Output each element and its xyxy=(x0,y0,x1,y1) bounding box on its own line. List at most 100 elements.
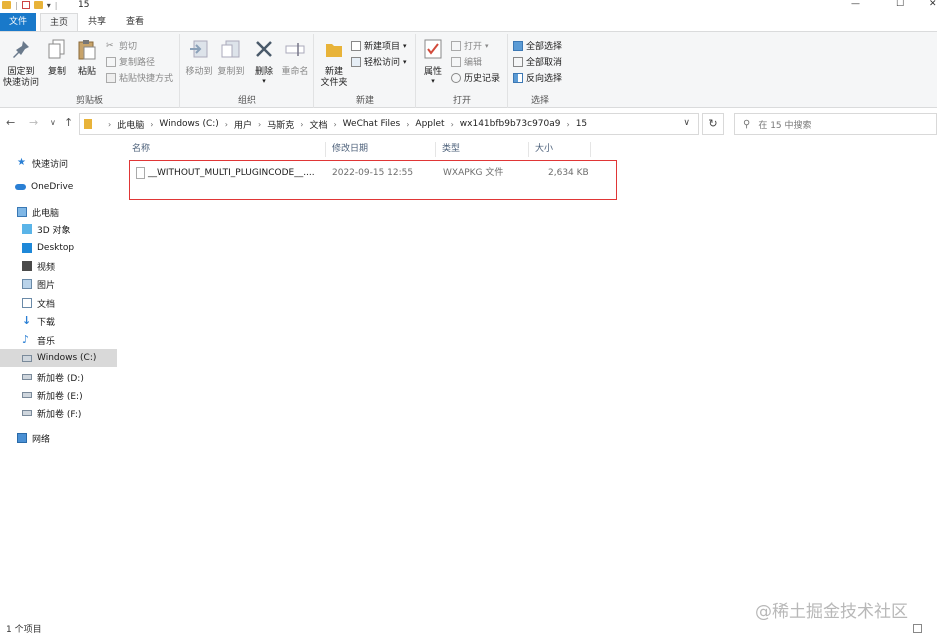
maximize-button[interactable]: ☐ xyxy=(896,0,904,10)
nav-item-volume-f[interactable]: 新加卷 (F:) xyxy=(0,404,117,422)
properties-check-icon[interactable] xyxy=(21,1,30,9)
edit-button[interactable]: 编辑 xyxy=(451,55,482,68)
copy-path-button[interactable]: 复制路径 xyxy=(106,55,155,68)
tab-home[interactable]: 主页 xyxy=(40,13,78,31)
nav-item-pictures[interactable]: 图片 xyxy=(0,275,117,293)
invert-selection-icon xyxy=(513,72,523,83)
breadcrumb-item[interactable]: 15 xyxy=(572,119,591,129)
open-group-label: 打开 xyxy=(452,96,471,106)
customize-toolbar-arrow-icon[interactable]: ▾ xyxy=(47,1,51,10)
breadcrumb-item[interactable]: 用户 xyxy=(230,118,256,131)
nav-item-windows-c[interactable]: Windows (C:) xyxy=(0,349,117,367)
open-group: 属性 ▾ 打开 ▾ 编辑 历史记录 打开 xyxy=(417,34,508,108)
up-arrow-icon[interactable]: ↑ xyxy=(64,116,73,130)
minimize-button[interactable]: — xyxy=(851,0,860,10)
pin-quick-access-button[interactable]: 固定到 快速访问 xyxy=(2,38,40,89)
address-bar[interactable]: › 此电脑 › Windows (C:) › 用户 › 马斯克 › 文档 › WeChat… xyxy=(79,113,699,135)
picture-icon xyxy=(22,279,32,289)
tab-file[interactable]: 文件 xyxy=(0,13,36,31)
drive-icon xyxy=(22,374,32,380)
breadcrumb-item[interactable]: 文档 xyxy=(305,118,331,131)
breadcrumb-item[interactable]: WeChat Files xyxy=(339,119,405,129)
select-group: 全部选择 全部取消 反向选择 选择 xyxy=(509,34,571,108)
column-header-name[interactable]: 名称 xyxy=(126,142,326,157)
nav-item-videos[interactable]: 视频 xyxy=(0,257,117,275)
column-header-type[interactable]: 类型 xyxy=(436,142,529,157)
nav-item-documents[interactable]: 文档 xyxy=(0,294,117,312)
window-title: 15 xyxy=(78,0,90,10)
column-header-size[interactable]: 大小 xyxy=(529,142,591,157)
paste-icon xyxy=(78,40,96,60)
copy-to-icon xyxy=(221,40,240,58)
nav-item-onedrive[interactable]: OneDrive xyxy=(0,178,117,196)
nav-item-volume-e[interactable]: 新加卷 (E:) xyxy=(0,386,117,404)
rename-button[interactable]: 重命名 xyxy=(279,38,311,78)
paste-shortcut-icon xyxy=(106,72,116,83)
move-to-button[interactable]: 移动到 xyxy=(183,38,215,78)
close-button[interactable]: ✕ xyxy=(929,0,937,10)
tab-view[interactable]: 查看 xyxy=(116,13,154,31)
properties-button[interactable]: 属性 ▾ xyxy=(419,38,447,85)
open-button[interactable]: 打开 ▾ xyxy=(451,39,489,52)
new-folder-icon[interactable] xyxy=(33,1,43,9)
column-header-modified[interactable]: 修改日期 xyxy=(326,142,436,157)
forward-arrow-icon[interactable]: → xyxy=(29,116,38,130)
select-all-button[interactable]: 全部选择 xyxy=(513,39,562,52)
new-item-button[interactable]: 新建项目 ▾ xyxy=(351,39,407,52)
scissors-icon: ✂ xyxy=(106,40,114,51)
easy-access-button[interactable]: 轻松访问 ▾ xyxy=(351,55,407,68)
invert-selection-button[interactable]: 反向选择 xyxy=(513,71,562,84)
paste-shortcut-button[interactable]: 粘贴快捷方式 xyxy=(106,71,173,84)
delete-button[interactable]: 删除 ▾ xyxy=(251,38,277,85)
cut-button[interactable]: ✂ 剪切 xyxy=(106,39,137,53)
breadcrumb-item[interactable]: Windows (C:) xyxy=(155,119,222,129)
refresh-button[interactable]: ↻ xyxy=(702,113,724,135)
recent-locations-chevron-icon[interactable]: ∨ xyxy=(50,116,56,130)
network-icon xyxy=(17,433,27,443)
edit-icon xyxy=(451,56,461,67)
history-button[interactable]: 历史记录 xyxy=(451,71,500,84)
search-placeholder: 在 15 中搜索 xyxy=(758,120,812,131)
drive-icon xyxy=(22,410,32,416)
document-icon xyxy=(22,298,32,308)
history-icon xyxy=(451,72,461,83)
nav-item-3d-objects[interactable]: 3D 对象 xyxy=(0,220,117,238)
copy-button[interactable]: 复制 xyxy=(44,38,70,78)
search-input[interactable]: ⚲ 在 15 中搜索 xyxy=(734,113,937,135)
nav-item-downloads[interactable]: ↓ 下载 xyxy=(0,312,117,330)
nav-item-music[interactable]: ♪ 音乐 xyxy=(0,331,117,349)
tab-share[interactable]: 共享 xyxy=(78,13,116,31)
chevron-down-icon[interactable]: ∨ xyxy=(683,118,690,128)
nav-item-network[interactable]: 网络 xyxy=(0,429,117,447)
desktop-icon xyxy=(22,243,32,253)
view-toggle xyxy=(913,624,922,633)
open-icon xyxy=(451,40,461,51)
select-none-icon xyxy=(513,56,523,67)
navigation-bar: ← → ∨ ↑ › 此电脑 › Windows (C:) › 用户 › 马斯克 › 文档… xyxy=(0,112,937,136)
chevron-right-icon[interactable]: › xyxy=(106,120,113,129)
breadcrumb-item[interactable]: Applet xyxy=(411,119,448,129)
breadcrumb-item[interactable]: 马斯克 xyxy=(263,118,298,131)
select-none-button[interactable]: 全部取消 xyxy=(513,55,562,68)
folder-icon xyxy=(84,119,92,129)
details-view-icon[interactable] xyxy=(913,624,922,633)
nav-item-this-pc[interactable]: 此电脑 xyxy=(0,203,117,221)
new-group: 新建 文件夹 新建项目 ▾ 轻松访问 ▾ 新建 xyxy=(315,34,416,108)
paste-button[interactable]: 粘贴 xyxy=(74,38,100,78)
organize-group: 移动到 复制到 删除 ▾ 重命名 组织 xyxy=(181,34,314,108)
copy-to-button[interactable]: 复制到 xyxy=(215,38,247,78)
nav-item-desktop[interactable]: Desktop xyxy=(0,239,117,257)
nav-item-volume-d[interactable]: 新加卷 (D:) xyxy=(0,368,117,386)
music-note-icon: ♪ xyxy=(22,333,30,346)
nav-item-quick-access[interactable]: ★ 快速访问 xyxy=(0,154,117,172)
breadcrumb-item[interactable]: wx141bfb9b73c970a9 xyxy=(456,119,565,129)
breadcrumb-item[interactable]: 此电脑 xyxy=(113,118,148,131)
back-arrow-icon[interactable]: ← xyxy=(6,116,15,130)
select-group-label: 选择 xyxy=(530,96,549,106)
quick-access-toolbar: | ▾ | xyxy=(2,0,57,10)
computer-icon xyxy=(17,207,27,217)
breadcrumb: 此电脑 › Windows (C:) › 用户 › 马斯克 › 文档 › WeChat F… xyxy=(113,118,591,131)
ribbon-tabs: 文件 主页 共享 查看 xyxy=(0,13,937,31)
new-folder-button[interactable]: 新建 文件夹 xyxy=(317,38,351,89)
search-icon: ⚲ xyxy=(743,118,751,130)
